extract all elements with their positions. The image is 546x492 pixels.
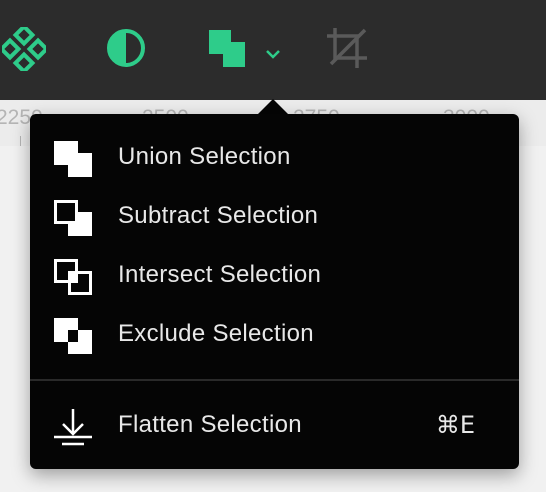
menu-item-exclude[interactable]: Exclude Selection — [30, 308, 519, 360]
boolean-operations-menu: Union Selection Subtract Selection Inter… — [30, 114, 519, 469]
boolean-operations-icon[interactable] — [207, 28, 249, 70]
contrast-icon[interactable] — [105, 27, 147, 69]
flatten-icon — [54, 409, 92, 446]
chevron-down-icon[interactable] — [265, 48, 281, 60]
menu-item-label: Intersect Selection — [118, 261, 322, 288]
exclude-icon — [54, 318, 92, 354]
intersect-icon — [54, 259, 92, 295]
menu-item-intersect[interactable]: Intersect Selection — [30, 249, 519, 301]
menu-item-flatten[interactable]: Flatten Selection ⌘E — [30, 399, 519, 451]
menu-item-label: Subtract Selection — [118, 202, 319, 229]
menu-item-subtract[interactable]: Subtract Selection — [30, 190, 519, 242]
menu-divider — [30, 379, 519, 381]
menu-pointer — [257, 99, 289, 115]
ruler-tick — [20, 136, 21, 146]
toolbar — [0, 0, 546, 100]
menu-item-label: Flatten Selection — [118, 411, 302, 438]
subtract-icon — [54, 200, 92, 236]
menu-item-union[interactable]: Union Selection — [30, 131, 519, 183]
shortcut-label: ⌘E — [435, 411, 475, 439]
component-icon[interactable] — [2, 27, 46, 71]
menu-item-label: Exclude Selection — [118, 320, 314, 347]
crop-icon[interactable] — [325, 26, 369, 70]
union-icon — [54, 141, 92, 177]
menu-item-label: Union Selection — [118, 143, 291, 170]
